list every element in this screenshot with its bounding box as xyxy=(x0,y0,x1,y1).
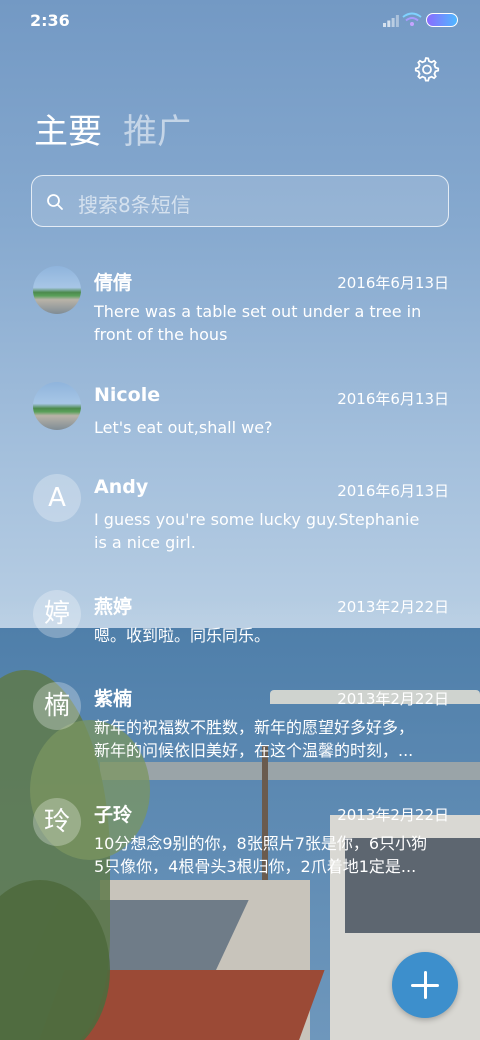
wifi-icon xyxy=(402,12,422,26)
message-date: 2016年6月13日 xyxy=(337,274,449,292)
contact-name: Nicole xyxy=(94,384,161,406)
conversation-item[interactable]: Nicole 2016年6月13日 Let's eat out,shall we… xyxy=(0,378,480,450)
search-input[interactable]: 搜索8条短信 xyxy=(31,175,449,227)
messaging-app: 2:36 主要 推广 搜索8条短信 倩倩 2016年6月13日 There wa… xyxy=(0,0,480,1040)
status-bar: 2:36 xyxy=(0,0,480,40)
tab-bar: 主要 推广 xyxy=(34,112,207,158)
contact-name: 子玲 xyxy=(94,804,133,826)
tab-promotions[interactable]: 推广 xyxy=(123,112,191,152)
conversation-item[interactable]: A Andy 2016年6月13日 I guess you're some lu… xyxy=(0,470,480,566)
message-date: 2013年2月22日 xyxy=(337,690,449,708)
conversation-item[interactable]: 玲 子玲 2013年2月22日 10分想念9别的你，8张照片7张是你，6只小狗 … xyxy=(0,794,480,890)
avatar: A xyxy=(33,474,81,522)
conversation-item[interactable]: 婷 燕婷 2013年2月22日 嗯。收到啦。同乐同乐。 xyxy=(0,586,480,658)
avatar: 玲 xyxy=(33,798,81,846)
contact-name: 紫楠 xyxy=(94,688,133,710)
message-preview: 新年的祝福数不胜数，新年的愿望好多好多， 新年的问候依旧美好，在这个温馨的时刻，… xyxy=(94,718,415,760)
message-preview: I guess you're some lucky guy.Stephanie … xyxy=(94,510,420,552)
avatar xyxy=(33,382,81,430)
conversation-item[interactable]: 倩倩 2016年6月13日 There was a table set out … xyxy=(0,262,480,358)
conversation-item[interactable]: 楠 紫楠 2013年2月22日 新年的祝福数不胜数，新年的愿望好多好多， 新年的… xyxy=(0,678,480,774)
avatar: 婷 xyxy=(33,590,81,638)
message-preview: Let's eat out,shall we? xyxy=(94,418,273,437)
search-placeholder: 搜索8条短信 xyxy=(78,193,191,217)
avatar xyxy=(33,266,81,314)
search-icon xyxy=(47,194,63,210)
contact-name: 倩倩 xyxy=(94,272,133,294)
avatar: 楠 xyxy=(33,682,81,730)
contact-name: 燕婷 xyxy=(94,596,133,618)
message-preview: 嗯。收到啦。同乐同乐。 xyxy=(94,626,271,645)
new-message-button[interactable] xyxy=(392,952,458,1018)
message-preview: There was a table set out under a tree i… xyxy=(94,302,422,344)
battery-icon xyxy=(426,13,458,27)
message-date: 2013年2月22日 xyxy=(337,598,449,616)
signal-icon xyxy=(383,15,399,27)
gear-icon[interactable] xyxy=(412,55,440,83)
message-preview: 10分想念9别的你，8张照片7张是你，6只小狗 5只像你，4根骨头3根归你，2爪… xyxy=(94,834,428,876)
tab-primary[interactable]: 主要 xyxy=(34,112,102,152)
message-date: 2016年6月13日 xyxy=(337,482,449,500)
contact-name: Andy xyxy=(94,476,149,498)
message-date: 2016年6月13日 xyxy=(337,390,449,408)
status-time: 2:36 xyxy=(30,11,70,30)
message-date: 2013年2月22日 xyxy=(337,806,449,824)
